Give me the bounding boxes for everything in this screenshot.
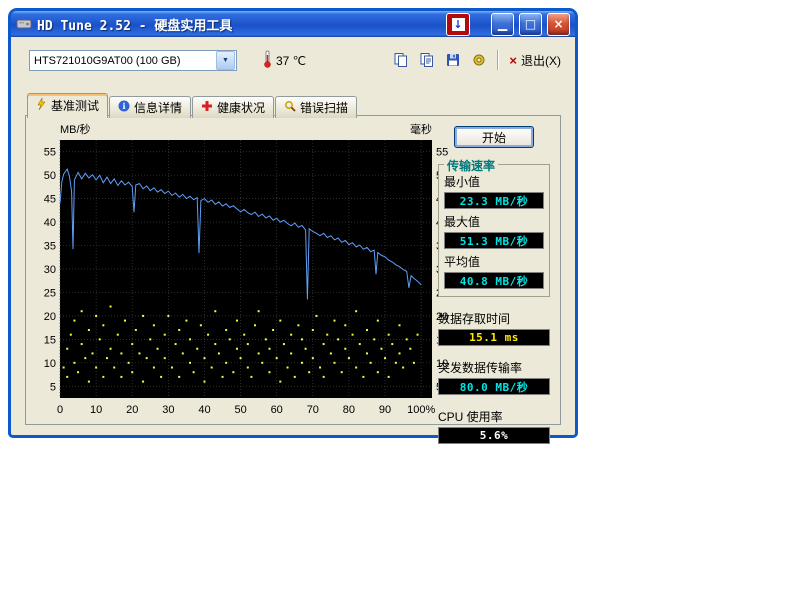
access-time-label: 数据存取时间 xyxy=(438,310,550,327)
min-value: 23.3 MB/秒 xyxy=(444,192,544,209)
start-button[interactable]: 开始 xyxy=(454,126,534,148)
burst-rate-label: 突发数据传输率 xyxy=(438,359,550,376)
toolbar-separator xyxy=(497,50,498,70)
down-arrow-icon: ↓ xyxy=(452,18,465,31)
hd-tune-window: HD Tune 2.52 - 硬盘实用工具 ↓ ▁ □ × HTS721010G… xyxy=(8,8,578,438)
svg-text:40: 40 xyxy=(44,217,56,229)
cpu-usage-value: 5.6% xyxy=(438,427,550,444)
cpu-usage-label: CPU 使用率 xyxy=(438,408,550,425)
maximize-button[interactable]: □ xyxy=(519,13,542,36)
tab-benchmark[interactable]: 基准测试 xyxy=(27,93,108,118)
svg-text:15: 15 xyxy=(44,334,56,346)
svg-text:20: 20 xyxy=(126,404,138,416)
drive-selector-value: HTS721010G9AT00 (100 GB) xyxy=(30,55,215,67)
avg-label: 平均值 xyxy=(444,253,544,270)
tab-info-label: 信息详情 xyxy=(134,99,182,116)
benchmark-page: 5510101515202025253030353540404545505055… xyxy=(25,115,561,425)
exit-button[interactable]: × 退出(X) xyxy=(505,50,565,71)
magnifier-icon xyxy=(284,100,296,115)
svg-text:45: 45 xyxy=(44,194,56,206)
svg-text:25: 25 xyxy=(44,287,56,299)
svg-text:60: 60 xyxy=(271,404,283,416)
thermometer-icon xyxy=(263,50,272,71)
tab-error-scan-label: 错误扫描 xyxy=(300,99,348,116)
svg-text:20: 20 xyxy=(44,311,56,323)
svg-text:5: 5 xyxy=(50,381,56,393)
drive-selector[interactable]: HTS721010G9AT00 (100 GB) ▼ xyxy=(29,50,237,71)
tab-bar: 基准测试 i 信息详情 健康状况 错误扫描 xyxy=(27,93,357,118)
svg-text:i: i xyxy=(122,101,125,111)
temperature-value: 37 ℃ xyxy=(276,54,306,68)
benchmark-chart: 5510101515202025253030353540404545505055… xyxy=(34,122,466,424)
svg-text:MB/秒: MB/秒 xyxy=(60,122,91,136)
title-bar[interactable]: HD Tune 2.52 - 硬盘实用工具 ↓ ▁ □ × xyxy=(11,11,575,37)
chevron-down-icon[interactable]: ▼ xyxy=(216,51,235,70)
svg-text:35: 35 xyxy=(44,241,56,253)
copy-screenshot-button[interactable] xyxy=(389,49,412,71)
save-button[interactable] xyxy=(441,49,464,71)
max-label: 最大值 xyxy=(444,213,544,230)
toolbar-buttons: × 退出(X) xyxy=(389,49,565,71)
window-title: HD Tune 2.52 - 硬盘实用工具 xyxy=(37,15,441,34)
results-panel: 开始 传输速率 最小值 23.3 MB/秒 最大值 51.3 MB/秒 平均值 … xyxy=(438,124,550,444)
svg-text:毫秒: 毫秒 xyxy=(410,122,432,136)
copy-text-button[interactable] xyxy=(415,49,438,71)
benchmark-icon xyxy=(36,98,47,113)
svg-text:40: 40 xyxy=(198,404,210,416)
svg-text:50: 50 xyxy=(44,170,56,182)
toolbar: HTS721010G9AT00 (100 GB) ▼ 37 ℃ xyxy=(11,41,575,79)
svg-text:10: 10 xyxy=(44,358,56,370)
access-time-value: 15.1 ms xyxy=(438,329,550,346)
tab-error-scan[interactable]: 错误扫描 xyxy=(275,96,357,118)
svg-text:30: 30 xyxy=(162,404,174,416)
health-cross-icon xyxy=(201,100,213,115)
tab-health-label: 健康状况 xyxy=(217,99,265,116)
svg-text:30: 30 xyxy=(44,264,56,276)
tab-benchmark-label: 基准测试 xyxy=(51,97,99,114)
avg-value: 40.8 MB/秒 xyxy=(444,272,544,289)
exit-icon: × xyxy=(509,54,517,67)
svg-text:10: 10 xyxy=(90,404,102,416)
tab-health[interactable]: 健康状况 xyxy=(192,96,274,118)
burst-rate-value: 80.0 MB/秒 xyxy=(438,378,550,395)
transfer-rate-group-label: 传输速率 xyxy=(444,157,498,174)
settings-button[interactable] xyxy=(467,49,490,71)
svg-text:50: 50 xyxy=(234,404,246,416)
info-icon: i xyxy=(118,100,130,115)
download-overlay-button[interactable]: ↓ xyxy=(446,13,470,36)
svg-text:90: 90 xyxy=(379,404,391,416)
tab-info[interactable]: i 信息详情 xyxy=(109,96,191,118)
exit-label: 退出(X) xyxy=(521,52,561,69)
close-button[interactable]: × xyxy=(547,13,570,36)
svg-text:100%: 100% xyxy=(407,404,435,416)
svg-text:0: 0 xyxy=(57,404,63,416)
minimize-button[interactable]: ▁ xyxy=(491,13,514,36)
app-icon[interactable] xyxy=(16,16,32,32)
svg-text:80: 80 xyxy=(343,404,355,416)
svg-text:55: 55 xyxy=(44,147,56,159)
temperature-indicator: 37 ℃ xyxy=(263,50,306,71)
svg-text:70: 70 xyxy=(307,404,319,416)
transfer-rate-group: 传输速率 最小值 23.3 MB/秒 最大值 51.3 MB/秒 平均值 40.… xyxy=(438,164,550,297)
max-value: 51.3 MB/秒 xyxy=(444,232,544,249)
min-label: 最小值 xyxy=(444,173,544,190)
